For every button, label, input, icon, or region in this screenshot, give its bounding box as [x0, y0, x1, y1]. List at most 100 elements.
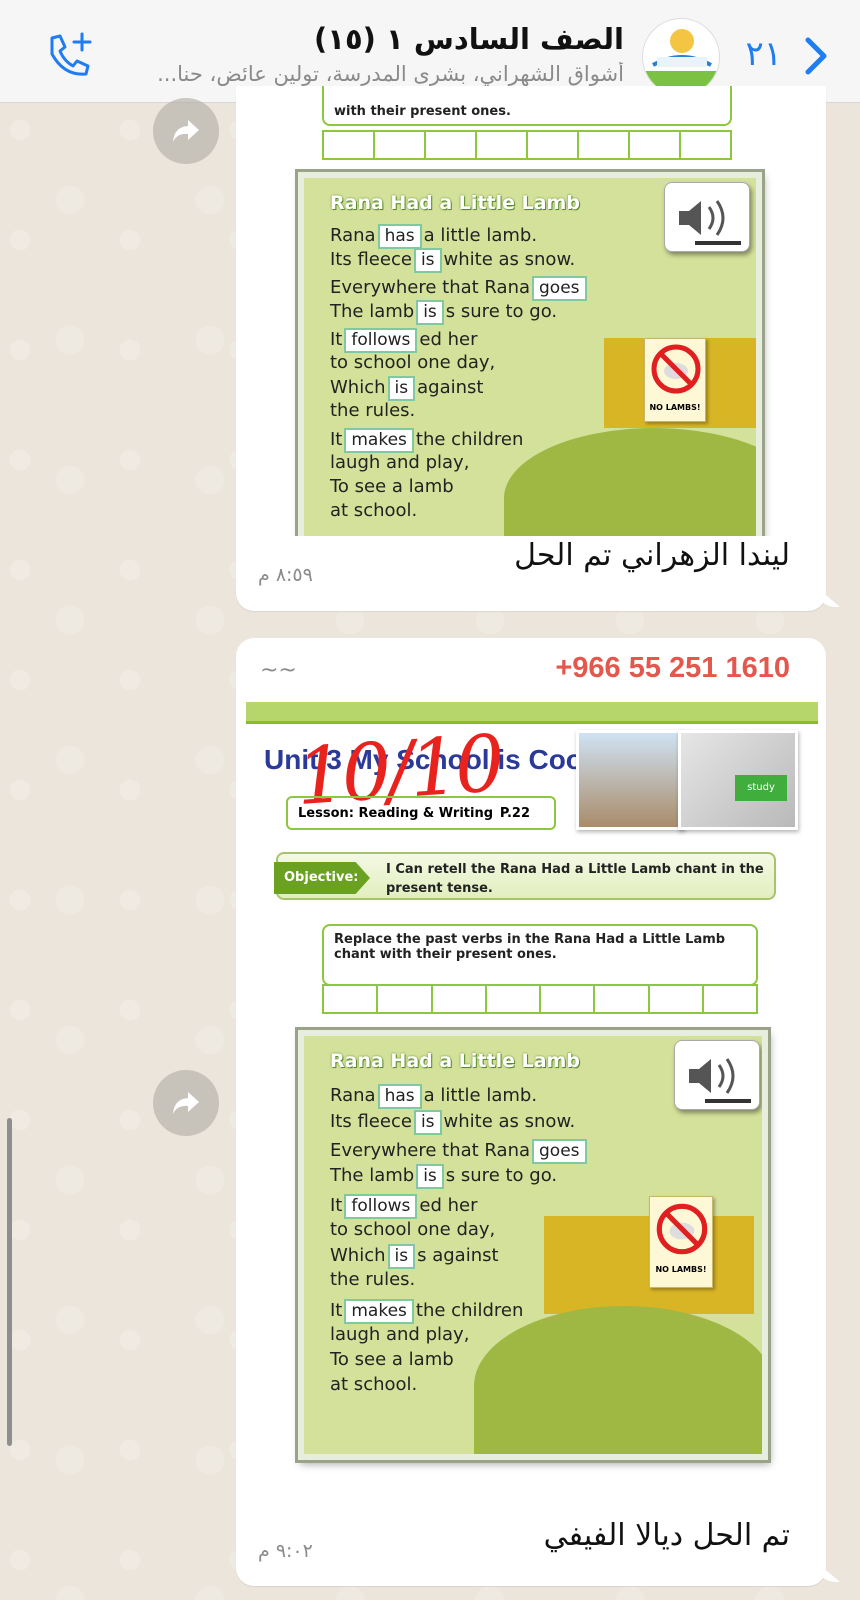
answer-word: goes	[532, 1138, 587, 1164]
chant-text: It	[330, 1194, 343, 1216]
image-message[interactable]: with their present ones. NO LAMBS! Rana …	[236, 86, 840, 611]
chant-text: It	[330, 429, 343, 450]
speaker-icon	[689, 1058, 751, 1103]
chant-text: Which	[330, 377, 386, 398]
sign-text: NO LAMBS!	[655, 1265, 707, 1274]
chant-text: at school.	[330, 1374, 418, 1396]
chant-text: Its fleece	[330, 1110, 412, 1132]
answer-word: makes	[344, 428, 414, 453]
chant-text: laugh and play,	[330, 1323, 470, 1345]
message-caption: ليندا الزهراني تم الحل	[514, 538, 790, 573]
chant-text: a little lamb.	[423, 1085, 538, 1107]
chant-text: Everywhere that Rana	[330, 1139, 531, 1161]
chant-text: the rules.	[330, 1269, 416, 1291]
keyboard-photo: study	[678, 730, 798, 830]
chant-text: s sure to go.	[445, 1165, 558, 1187]
chant-text: Rana	[330, 1085, 376, 1107]
instruction-text: Replace the past verbs in the Rana Had a…	[334, 932, 726, 962]
grass-field	[504, 428, 756, 536]
chant-line: Which is against	[330, 376, 483, 401]
chant-line: It follows ed her	[330, 328, 477, 353]
chant-text: the children	[415, 1299, 524, 1321]
answer-grid	[322, 984, 758, 1014]
scroll-indicator[interactable]	[7, 1118, 12, 1446]
lesson-page: P.22	[499, 806, 530, 821]
grass-field	[474, 1306, 762, 1454]
chant-line: laugh and play,	[330, 452, 469, 473]
answer-word: is	[387, 376, 416, 401]
answer-word: goes	[532, 276, 587, 301]
group-title[interactable]: الصف السادس ١ (١٥)	[314, 22, 624, 56]
unread-count[interactable]: ٢١	[745, 34, 782, 74]
answer-word: is	[413, 1109, 442, 1135]
answer-word: is	[416, 300, 444, 325]
chant-text: to school one day,	[330, 352, 496, 373]
chant-line: the rules.	[330, 1269, 415, 1290]
chant-text: ed her	[419, 1194, 478, 1216]
chant-line: at school.	[330, 500, 417, 521]
chant-panel: NO LAMBS! Rana Had a Little Lamb Rana has…	[298, 172, 762, 536]
answer-word: is	[413, 248, 442, 273]
image-message[interactable]: +966 55 251 1610 ~~ Unit 3 My School is …	[236, 638, 840, 1586]
answer-word: has	[377, 224, 422, 249]
chant-line: laugh and play,	[330, 1324, 469, 1345]
sender-name: ~~	[260, 658, 297, 683]
speaker-icon	[679, 200, 741, 245]
chant-text: The lamb	[330, 1165, 415, 1187]
message-caption: تم الحل ديالا الفيفي	[543, 1518, 790, 1553]
audio-card	[664, 182, 750, 252]
chant-text: Which	[330, 1244, 386, 1266]
chant-text: The lamb	[330, 301, 415, 322]
lesson-box: Lesson: Reading & Writing P.22	[286, 796, 556, 830]
message-time: ٨:٥٩ م	[258, 564, 313, 586]
sender-number[interactable]: +966 55 251 1610	[555, 652, 790, 685]
answer-grid	[322, 130, 732, 160]
forward-arrow-icon	[173, 1092, 199, 1114]
chant-line: The lamb is s sure to go.	[330, 300, 557, 325]
chant-text: It	[330, 1299, 343, 1321]
prohibition-icon	[656, 1203, 708, 1255]
objective-label: Objective:	[274, 862, 370, 894]
worksheet-image[interactable]: Unit 3 My School is Cool! 10/10 Lesson: …	[246, 702, 818, 1518]
instruction-text: with their present ones.	[334, 104, 511, 119]
forward-arrow-icon	[173, 120, 199, 142]
chant-line: It makes the children	[330, 1298, 524, 1324]
chant-line: The lamb is s sure to go.	[330, 1164, 558, 1190]
chant-text: laugh and play,	[330, 452, 470, 473]
school-logo-icon	[643, 29, 719, 95]
chant-text: Rana	[330, 225, 376, 246]
chant-text: against	[417, 377, 484, 398]
forward-button[interactable]	[153, 98, 219, 164]
message-time: ٩:٠٢ م	[258, 1540, 313, 1562]
chant-text: It	[330, 329, 343, 350]
chant-text: To see a lamb	[330, 476, 454, 497]
chant-line: Everywhere that Rana goes	[330, 1138, 589, 1164]
lesson-label: Lesson: Reading & Writing	[298, 806, 494, 821]
worksheet-image[interactable]: with their present ones. NO LAMBS! Rana …	[242, 86, 820, 536]
group-avatar[interactable]	[642, 18, 720, 96]
chant-line: It follows ed her	[330, 1193, 478, 1219]
chant-line: To see a lamb	[330, 476, 454, 497]
forward-button[interactable]	[153, 1070, 219, 1136]
chevron-left-icon[interactable]	[802, 36, 830, 76]
prohibition-icon	[651, 344, 701, 394]
chant-line: Everywhere that Rana goes	[330, 276, 589, 301]
answer-word: is	[416, 1164, 444, 1190]
chant-title: Rana Had a Little Lamb	[330, 192, 580, 214]
instruction-box: with their present ones.	[322, 86, 732, 126]
no-lambs-sign: NO LAMBS!	[644, 338, 706, 422]
chant-text: s against	[417, 1244, 499, 1266]
chant-line: Rana has a little lamb.	[330, 1084, 538, 1110]
no-lambs-sign: NO LAMBS!	[649, 1196, 713, 1288]
chant-line: Its fleece is white as snow.	[330, 248, 575, 273]
chant-text: ed her	[419, 329, 478, 350]
study-key: study	[735, 775, 787, 801]
group-members[interactable]: أشواق الشهراني، بشرى المدرسة، تولين عائض…	[134, 62, 624, 86]
chant-line: To see a lamb	[330, 1349, 454, 1370]
answer-word: follows	[344, 1193, 418, 1219]
chant-line: Its fleece is white as snow.	[330, 1109, 575, 1135]
chant-text: s sure to go.	[445, 301, 558, 322]
chant-text: white as snow.	[443, 249, 576, 270]
phone-plus-icon[interactable]	[44, 30, 96, 80]
chant-line: the rules.	[330, 400, 415, 421]
